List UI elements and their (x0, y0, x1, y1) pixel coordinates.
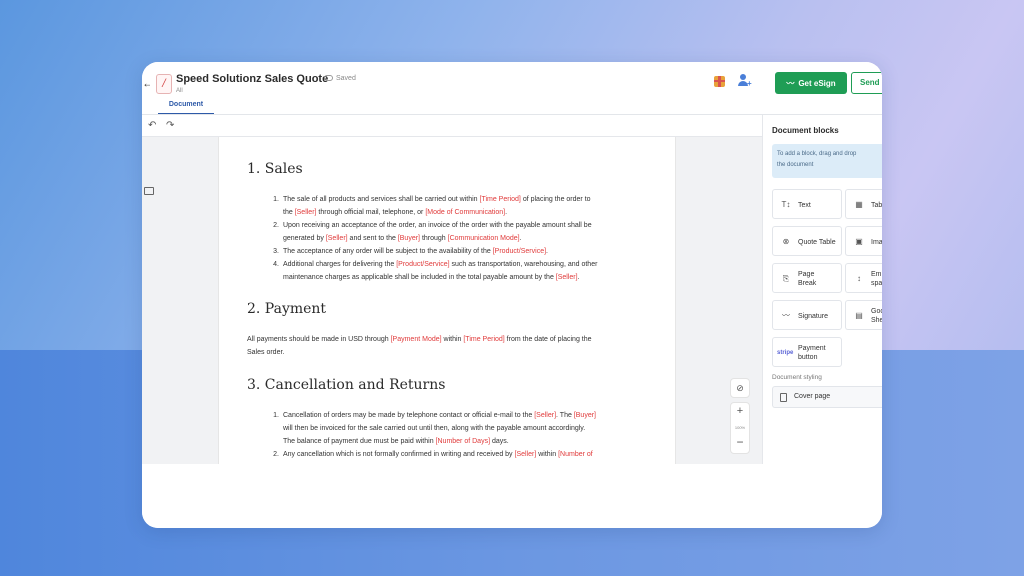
list-item: 2. Any cancellation which is not formall… (273, 451, 593, 458)
editor-toolbar: ↶ ↷ (142, 115, 762, 137)
document-blocks-panel: Document blocks To add a block, drag and… (762, 115, 882, 464)
list-item: 2. Upon receiving an acceptance of the o… (273, 222, 592, 242)
zoom-level: 100% (734, 425, 746, 430)
list-item: 1. Cancellation of orders may be made by… (273, 412, 596, 445)
sales-list: 1. The sale of all products and services… (265, 193, 645, 284)
block-text[interactable]: T↕ Text (772, 189, 842, 219)
cloud-icon (324, 75, 333, 82)
redo-icon[interactable]: ↷ (166, 120, 174, 131)
add-user-icon[interactable]: + (738, 74, 752, 88)
text-icon: T↕ (781, 200, 791, 209)
block-google-sheets[interactable]: ▤ Goo She (845, 300, 882, 330)
document-folder: All (176, 88, 183, 94)
send-button[interactable]: Send (851, 72, 882, 94)
get-esign-label: Get eSign (798, 78, 836, 88)
hide-preview-icon[interactable]: ⊘ (730, 378, 750, 398)
panel-title: Document blocks (772, 126, 839, 135)
page-break-icon: ⎘ (782, 274, 790, 283)
get-esign-button[interactable]: 〰 Get eSign (775, 72, 847, 94)
list-item: 1. The sale of all products and services… (273, 196, 591, 216)
undo-icon[interactable]: ↶ (148, 120, 156, 131)
block-signature[interactable]: 〰 Signature (772, 300, 842, 330)
document-logo-icon: / (156, 74, 172, 94)
window-bottom-area (142, 464, 882, 528)
document-page[interactable]: 1. Sales 1. The sale of all products and… (218, 137, 676, 464)
table-icon: ▦ (855, 200, 863, 209)
google-sheets-icon: ▤ (855, 311, 863, 320)
block-table[interactable]: ▦ Tab (845, 189, 882, 219)
editor-canvas: 1. Sales 1. The sale of all products and… (142, 137, 762, 464)
block-page-break[interactable]: ⎘ Page Break (772, 263, 842, 293)
list-item: 3. The acceptance of any order will be s… (273, 248, 548, 255)
saved-status: Saved (324, 75, 356, 82)
section-heading-cancellation: 3. Cancellation and Returns (247, 377, 446, 393)
cover-page-item[interactable]: Cover page (772, 386, 882, 408)
empty-space-icon: ↕ (857, 274, 861, 283)
block-image[interactable]: ▣ Ima (845, 226, 882, 256)
signature-icon: 〰 (786, 78, 795, 88)
cover-page-icon (780, 393, 787, 402)
block-quote-table[interactable]: ⊗ Quote Table (772, 226, 842, 256)
panel-hint: To add a block, drag and drop the documen… (772, 144, 882, 178)
block-empty-space[interactable]: ↕ Em spa (845, 263, 882, 293)
list-item: 4. Additional charges for delivering the… (273, 261, 598, 281)
document-styling-label: Document styling (772, 374, 822, 381)
saved-label: Saved (336, 75, 356, 82)
quote-table-icon: ⊗ (782, 237, 790, 246)
section-heading-payment: 2. Payment (247, 301, 327, 317)
zoom-out-button[interactable]: − (731, 435, 749, 449)
section-heading-sales: 1. Sales (247, 161, 303, 177)
app-window: ← / Speed Solutionz Sales Quote All Save… (142, 62, 882, 528)
stripe-icon: stripe (777, 350, 794, 356)
block-payment-button[interactable]: stripe Payment button (772, 337, 842, 367)
image-icon: ▣ (855, 237, 863, 246)
gift-icon[interactable] (714, 76, 725, 87)
tab-document[interactable]: Document (158, 101, 214, 115)
zoom-control: + 100% − (730, 402, 750, 454)
block-settings-icon[interactable] (144, 187, 154, 195)
zoom-in-button[interactable]: + (731, 405, 749, 417)
payment-paragraph: All payments should be made in USD throu… (247, 336, 592, 356)
app-header: ← / Speed Solutionz Sales Quote All Save… (142, 62, 882, 115)
cancellation-list: 1. Cancellation of orders may be made by… (265, 409, 645, 461)
document-title[interactable]: Speed Solutionz Sales Quote (176, 73, 328, 85)
signature-block-icon: 〰 (782, 311, 790, 320)
back-arrow-icon[interactable]: ← (142, 76, 150, 90)
